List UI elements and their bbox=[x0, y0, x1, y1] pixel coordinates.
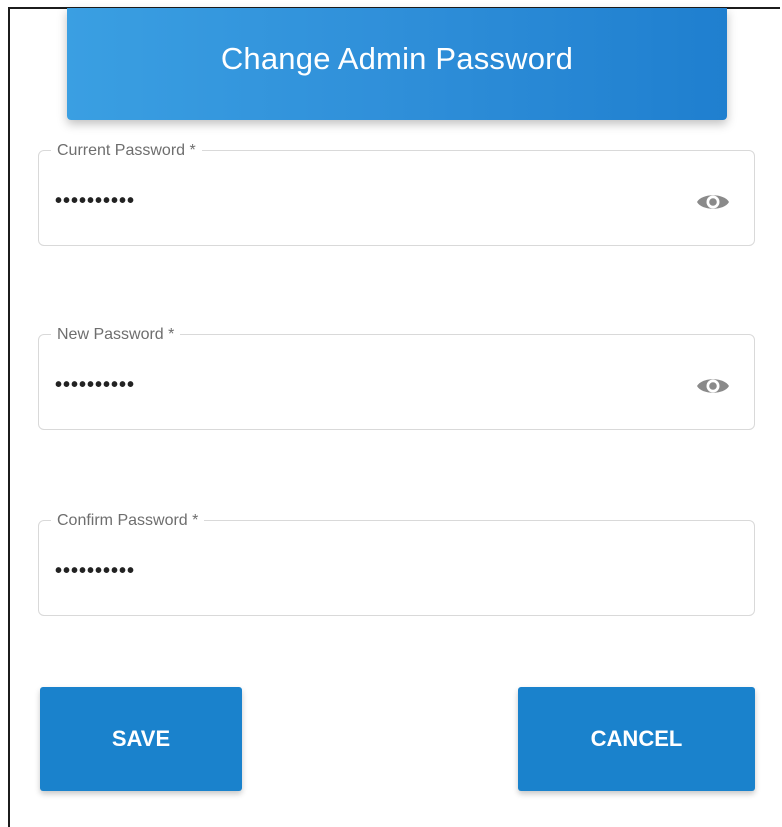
current-password-label: Current Password * bbox=[51, 141, 202, 161]
new-password-label: New Password * bbox=[51, 325, 181, 345]
dialog-title: Change Admin Password bbox=[220, 41, 574, 76]
save-button[interactable]: SAVE bbox=[40, 687, 242, 791]
current-password-field[interactable]: Current Password * •••••••••• bbox=[38, 141, 755, 246]
confirm-password-input[interactable]: •••••••••• bbox=[55, 559, 135, 583]
eye-icon[interactable] bbox=[696, 375, 730, 397]
dialog-header: Change Admin Password bbox=[67, 8, 727, 120]
new-password-input[interactable]: •••••••••• bbox=[55, 373, 135, 397]
current-password-input[interactable]: •••••••••• bbox=[55, 189, 135, 213]
eye-icon[interactable] bbox=[696, 191, 730, 213]
cancel-button[interactable]: CANCEL bbox=[518, 687, 755, 791]
confirm-password-field[interactable]: Confirm Password * •••••••••• bbox=[38, 511, 755, 616]
new-password-field[interactable]: New Password * •••••••••• bbox=[38, 325, 755, 430]
confirm-password-label: Confirm Password * bbox=[51, 511, 205, 531]
